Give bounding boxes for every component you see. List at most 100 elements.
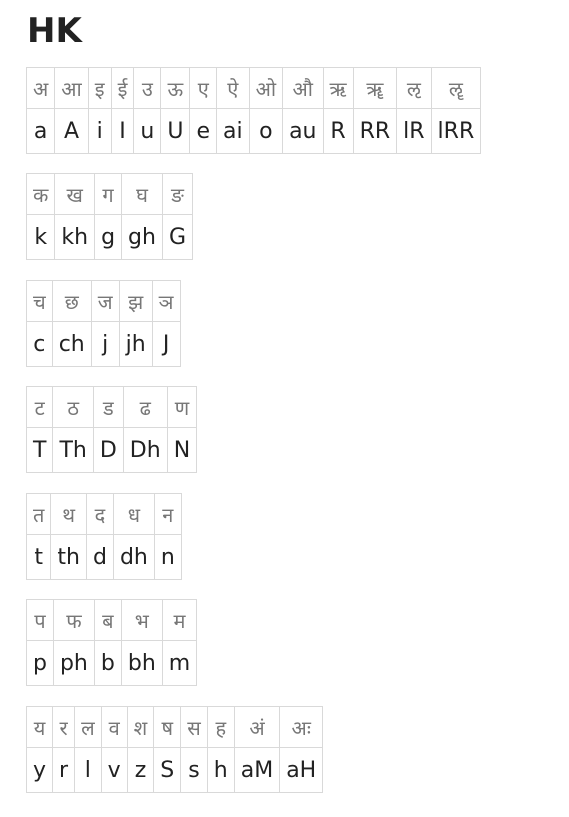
romanization-row: p ph b bh m [26, 640, 198, 686]
velar-consonants-table: कखगघङ k kh g gh G [25, 173, 194, 260]
romanization-cell: k [25, 214, 56, 260]
romanization-cell: c [26, 321, 53, 367]
romanization-row: a Ai Iu Ue ai o au R RR lR lRR [25, 108, 482, 154]
romanization-cell: Th [52, 427, 94, 473]
devanagari-cell: ब [93, 599, 122, 641]
romanization-cell: A [54, 108, 89, 154]
romanization-cell: au [282, 108, 324, 154]
romanization-cell: v [100, 747, 128, 793]
romanization-cell: e [189, 108, 217, 154]
devanagari-cell: द [85, 493, 114, 535]
romanization-cell: bh [120, 640, 163, 686]
romanization-cell: dh [112, 534, 155, 580]
romanization-cell: j [90, 321, 120, 367]
romanization-row: t th d dh n [25, 534, 182, 580]
devanagari-cell: न [153, 493, 182, 535]
romanization-cell: aM [233, 747, 281, 793]
romanization-cell: u [133, 108, 162, 154]
romanization-cell: th [50, 534, 87, 580]
romanization-cell: o [248, 108, 284, 154]
devanagari-cell: ध [112, 493, 155, 535]
devanagari-cell: प [26, 599, 54, 641]
romanization-cell: z [126, 747, 155, 793]
romanization-cell: d [85, 534, 114, 580]
devanagari-cell: ॠ [352, 67, 398, 109]
devanagari-cell: ल [74, 706, 102, 748]
devanagari-cell: ड [92, 386, 124, 428]
devanagari-cell: च [26, 280, 53, 322]
romanization-cell: S [153, 747, 182, 793]
romanization-cell: lRR [430, 108, 482, 154]
romanization-cell: gh [121, 214, 163, 260]
page-title: HK [27, 11, 82, 51]
romanization-cell: n [153, 534, 182, 580]
devanagari-cell: व [100, 706, 128, 748]
palatal-consonants-table: चछजझञ c ch j jh J [26, 280, 181, 367]
romanization-cell: y [25, 747, 54, 793]
devanagari-cell: म [161, 599, 198, 641]
devanagari-row: तथदधन [25, 493, 182, 535]
devanagari-cell: श [126, 706, 155, 748]
devanagari-cell: र [52, 706, 76, 748]
romanization-cell: ch [51, 321, 92, 367]
dental-consonants-table: तथदधन t th d dh n [25, 493, 182, 580]
devanagari-cell: ह [206, 706, 235, 748]
devanagari-row: य र ल व श ष स ह अं अः [25, 706, 324, 748]
romanization-cell: h [206, 747, 235, 793]
devanagari-cell: झ [118, 280, 153, 322]
romanization-cell: a [25, 108, 56, 154]
romanization-cell: aH [279, 747, 324, 793]
devanagari-cell: भ [120, 599, 163, 641]
devanagari-cell: अं [233, 706, 281, 748]
devanagari-cell: छ [51, 280, 92, 322]
semivowels-sibilants-table: य र ल व श ष स ह अं अः y r l v z Ss h aM aH [25, 706, 324, 793]
devanagari-cell: ऐ [216, 67, 250, 109]
devanagari-cell: औ [282, 67, 324, 109]
labial-consonants-table: पफबभम p ph b bh m [26, 599, 198, 686]
devanagari-cell: त [25, 493, 52, 535]
devanagari-cell: ई [110, 67, 135, 109]
devanagari-cell: थ [50, 493, 87, 535]
devanagari-cell: ए [189, 67, 217, 109]
devanagari-row: टठडढण [25, 386, 198, 428]
romanization-cell: r [52, 747, 76, 793]
romanization-cell: I [110, 108, 135, 154]
devanagari-cell: ष [153, 706, 182, 748]
devanagari-cell: इ [87, 67, 112, 109]
romanization-cell: Dh [122, 427, 168, 473]
romanization-cell: G [161, 214, 194, 260]
romanization-cell: ph [52, 640, 95, 686]
romanization-row: T Th D Dh N [25, 427, 198, 473]
devanagari-cell: ण [166, 386, 198, 428]
devanagari-row: चछजझञ [26, 280, 181, 322]
devanagari-cell: उ [133, 67, 162, 109]
devanagari-row: पफबभम [26, 599, 198, 641]
devanagari-cell: ठ [52, 386, 94, 428]
devanagari-cell: ॡ [430, 67, 482, 109]
romanization-cell: RR [352, 108, 398, 154]
romanization-cell: m [161, 640, 198, 686]
romanization-cell: N [166, 427, 198, 473]
devanagari-row: कखगघङ [25, 173, 194, 215]
devanagari-cell: आ [54, 67, 89, 109]
romanization-cell: p [26, 640, 54, 686]
devanagari-cell: क [25, 173, 56, 215]
devanagari-cell: स [180, 706, 208, 748]
devanagari-cell: ट [25, 386, 54, 428]
devanagari-row: अआइईउऊएऐओऔऋॠऌॡ [25, 67, 482, 109]
romanization-cell: t [25, 534, 52, 580]
devanagari-cell: अः [279, 706, 324, 748]
devanagari-cell: ऌ [396, 67, 432, 109]
devanagari-cell: ज [90, 280, 120, 322]
devanagari-cell: ओ [248, 67, 284, 109]
devanagari-cell: ऋ [322, 67, 354, 109]
romanization-cell: jh [118, 321, 153, 367]
devanagari-cell: ढ [122, 386, 168, 428]
romanization-cell: lR [396, 108, 432, 154]
devanagari-cell: य [25, 706, 54, 748]
romanization-row: y r l v z Ss h aM aH [25, 747, 324, 793]
devanagari-cell: अ [25, 67, 56, 109]
romanization-cell: s [180, 747, 208, 793]
romanization-cell: ai [216, 108, 250, 154]
devanagari-cell: ख [54, 173, 96, 215]
